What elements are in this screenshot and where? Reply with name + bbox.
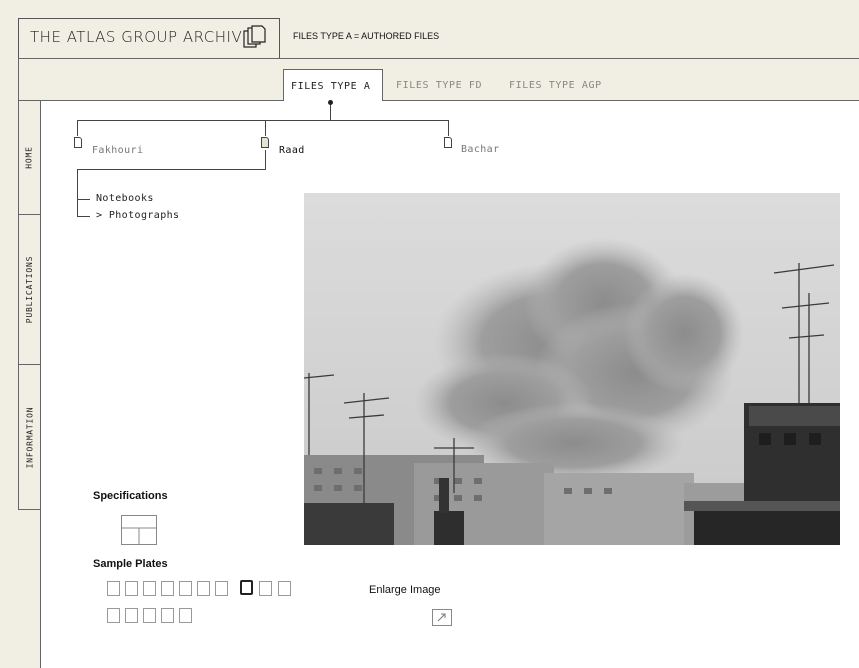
tab-files-type-agp[interactable]: FILES TYPE AGP: [509, 80, 602, 91]
sample-plate-thumbnail[interactable]: [107, 581, 120, 596]
sample-plate-thumbnail[interactable]: [125, 608, 138, 623]
page-subtitle: FILES TYPE A = AUTHORED FILES: [293, 31, 440, 41]
divider: [383, 100, 859, 101]
sample-plate-thumbnail[interactable]: [125, 581, 138, 596]
sidebar-item-information[interactable]: INFORMATION: [18, 364, 41, 510]
tree-connector: [77, 199, 90, 200]
file-icon: [74, 137, 82, 148]
tree-connector: [77, 120, 449, 121]
tree-node-dot: [328, 100, 333, 105]
sample-plate-thumbnail[interactable]: [259, 581, 272, 596]
sample-plate-thumbnail[interactable]: [215, 581, 228, 596]
enlarge-image-button[interactable]: [432, 609, 452, 626]
tree-connector: [77, 216, 90, 217]
tree-item-bachar[interactable]: Bachar: [461, 144, 500, 155]
tree-item-raad[interactable]: Raad: [279, 145, 305, 156]
sidebar-item-home[interactable]: HOME: [18, 100, 41, 215]
sample-plate-thumbnail[interactable]: [143, 581, 156, 596]
expand-arrow-icon: [437, 613, 446, 622]
main-photograph: [304, 193, 840, 545]
sidebar-item-publications[interactable]: PUBLICATIONS: [18, 214, 41, 365]
file-icon: [444, 137, 452, 148]
tree-item-fakhouri[interactable]: Fakhouri: [92, 145, 143, 156]
sample-plate-thumbnail[interactable]: [161, 608, 174, 623]
sidebar-item-label[interactable]: PUBLICATIONS: [25, 256, 34, 323]
sidebar-item-label[interactable]: INFORMATION: [25, 406, 34, 468]
divider: [18, 58, 859, 59]
tree-connector: [265, 120, 266, 136]
specifications-heading: Specifications: [93, 490, 168, 502]
specifications-icon[interactable]: [121, 515, 157, 549]
sample-plate-thumbnail[interactable]: [161, 581, 174, 596]
divider: [18, 100, 283, 101]
tree-connector: [77, 120, 78, 136]
sample-plate-thumbnail[interactable]: [143, 608, 156, 623]
sample-plate-thumbnail-active[interactable]: [240, 580, 253, 595]
tab-label[interactable]: FILES TYPE A: [291, 81, 370, 92]
divider: [18, 58, 19, 100]
tree-connector: [77, 169, 78, 216]
sample-plate-thumbnail[interactable]: [107, 608, 120, 623]
site-title[interactable]: THE ATLAS GROUP ARCHIVE: [30, 28, 252, 46]
file-icon: [261, 137, 269, 148]
sample-plate-thumbnail[interactable]: [197, 581, 210, 596]
sample-plates-heading: Sample Plates: [93, 558, 168, 570]
tree-connector: [77, 169, 266, 170]
tree-item-photographs[interactable]: > Photographs: [96, 210, 179, 221]
tree-connector: [448, 120, 449, 136]
tab-files-type-fd[interactable]: FILES TYPE FD: [396, 80, 482, 91]
sidebar-item-label[interactable]: HOME: [25, 146, 34, 168]
sample-plate-thumbnail[interactable]: [278, 581, 291, 596]
sample-plate-thumbnail[interactable]: [179, 608, 192, 623]
tree-item-notebooks[interactable]: Notebooks: [96, 193, 154, 204]
enlarge-image-label: Enlarge Image: [369, 584, 441, 596]
archive-files-icon: [242, 25, 268, 55]
tree-connector: [265, 150, 266, 170]
sample-plate-thumbnail[interactable]: [179, 581, 192, 596]
